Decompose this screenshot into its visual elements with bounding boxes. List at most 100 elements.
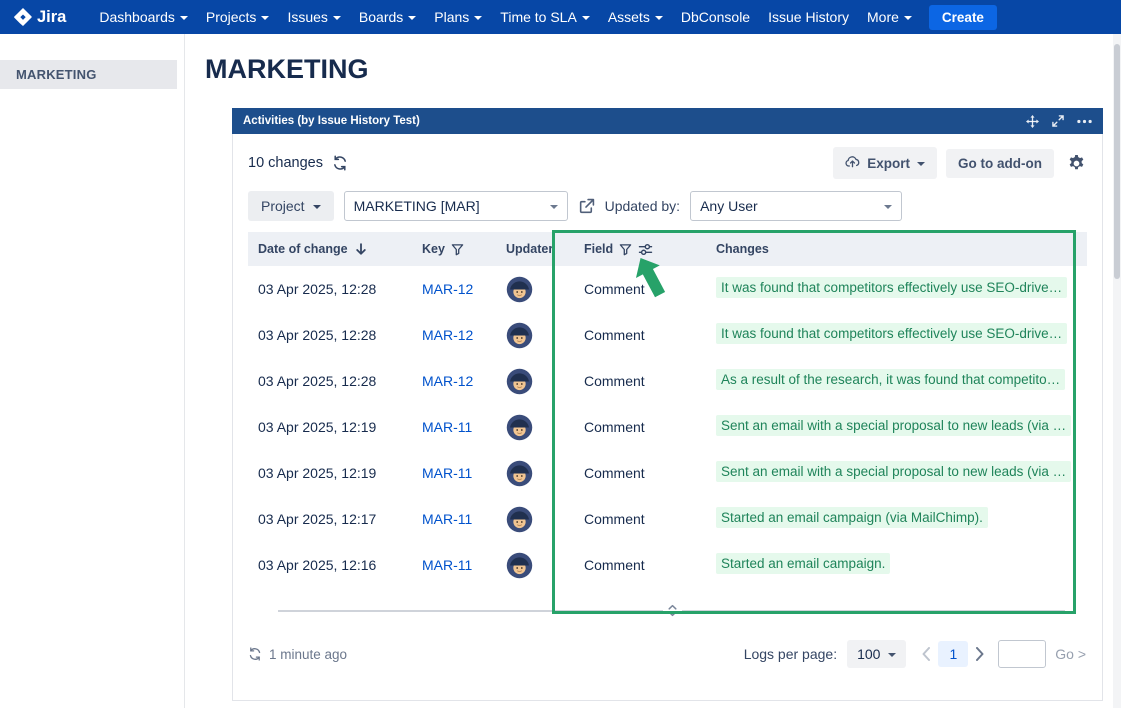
go-button[interactable]: Go > xyxy=(1055,646,1086,662)
nav-item-time-to-sla[interactable]: Time to SLA xyxy=(491,0,599,34)
row-field: Comment xyxy=(576,557,708,573)
issue-key-link[interactable]: MAR-12 xyxy=(422,281,473,297)
issue-key-link[interactable]: MAR-12 xyxy=(422,327,473,343)
changes-count: 10 changes xyxy=(248,155,323,171)
chevron-down-icon xyxy=(261,16,269,20)
scrollbar-thumb[interactable] xyxy=(1114,44,1120,279)
nav-item-more[interactable]: More xyxy=(858,0,921,34)
filter-funnel-icon[interactable] xyxy=(451,243,464,256)
nav-item-dashboards[interactable]: Dashboards xyxy=(90,0,197,34)
updater-avatar[interactable] xyxy=(506,368,533,395)
updater-avatar[interactable] xyxy=(506,414,533,441)
nav-item-issues[interactable]: Issues xyxy=(278,0,349,34)
filter-funnel-icon[interactable] xyxy=(619,243,632,256)
column-settings-sliders-icon[interactable] xyxy=(638,243,653,256)
updater-avatar[interactable] xyxy=(506,552,533,579)
column-label: Changes xyxy=(716,242,769,256)
goto-page-input[interactable] xyxy=(998,640,1046,668)
panel-footer: 1 minute ago Logs per page: 100 1 xyxy=(233,640,1102,668)
expand-gadget-icon[interactable] xyxy=(1052,115,1064,127)
resize-handle-icon[interactable] xyxy=(663,603,682,623)
chevron-down-icon xyxy=(313,205,321,209)
issue-key-link[interactable]: MAR-12 xyxy=(422,373,473,389)
row-date: 03 Apr 2025, 12:28 xyxy=(248,327,414,343)
nav-item-dbconsole[interactable]: DbConsole xyxy=(672,0,759,34)
row-date: 03 Apr 2025, 12:28 xyxy=(248,281,414,297)
nav-item-label: Issue History xyxy=(768,9,849,25)
jira-logo-icon xyxy=(14,8,32,26)
row-date: 03 Apr 2025, 12:19 xyxy=(248,465,414,481)
issue-key-link[interactable]: MAR-11 xyxy=(422,557,472,573)
row-change-text: It was found that competitors effectivel… xyxy=(716,323,1067,344)
page-1-button[interactable]: 1 xyxy=(938,641,968,667)
export-label: Export xyxy=(867,156,910,171)
last-refresh-icon[interactable] xyxy=(248,647,262,661)
nav-item-boards[interactable]: Boards xyxy=(350,0,425,34)
chevron-down-icon xyxy=(582,16,590,20)
updater-avatar[interactable] xyxy=(506,506,533,533)
page-title: MARKETING xyxy=(205,54,1113,85)
row-change-text: Started an email campaign (via MailChimp… xyxy=(716,507,988,528)
settings-gear-icon[interactable] xyxy=(1067,154,1086,173)
nav-item-label: Assets xyxy=(608,9,650,25)
logs-per-page-value: 100 xyxy=(857,646,880,662)
row-field: Comment xyxy=(576,373,708,389)
column-field[interactable]: Field xyxy=(576,242,708,256)
goto-addon-button[interactable]: Go to add-on xyxy=(946,149,1054,178)
last-refresh-text: 1 minute ago xyxy=(269,647,347,662)
open-project-external-link-icon[interactable] xyxy=(578,198,595,215)
refresh-icon[interactable] xyxy=(332,155,348,171)
updater-avatar[interactable] xyxy=(506,276,533,303)
project-select-value: MARKETING [MAR] xyxy=(354,198,480,214)
row-change-text: Sent an email with a special proposal to… xyxy=(716,461,1071,482)
table-row: 03 Apr 2025, 12:17 MAR-11 Comment Starte… xyxy=(248,496,1087,542)
activity-table: Date of change Key xyxy=(248,232,1087,588)
column-key[interactable]: Key xyxy=(414,242,498,256)
sort-descending-icon[interactable] xyxy=(354,242,368,256)
row-change-text: It was found that competitors effectivel… xyxy=(716,277,1067,298)
nav-item-label: Boards xyxy=(359,9,403,25)
row-date: 03 Apr 2025, 12:28 xyxy=(248,373,414,389)
create-button[interactable]: Create xyxy=(929,5,997,30)
updater-avatar[interactable] xyxy=(506,460,533,487)
nav-item-label: More xyxy=(867,9,899,25)
project-select[interactable]: MARKETING [MAR] xyxy=(344,191,568,221)
chevron-down-icon xyxy=(550,205,558,209)
panel-body: 10 changes xyxy=(232,134,1103,701)
row-field: Comment xyxy=(576,419,708,435)
table-row: 03 Apr 2025, 12:19 MAR-11 Comment Sent a… xyxy=(248,404,1087,450)
next-page-chevron-icon[interactable] xyxy=(976,647,984,661)
updater-avatar[interactable] xyxy=(506,322,533,349)
updated-by-select[interactable]: Any User xyxy=(690,191,902,221)
jira-brand[interactable]: Jira xyxy=(14,8,66,27)
sidebar-item-marketing[interactable]: MARKETING xyxy=(0,60,177,89)
issue-key-link[interactable]: MAR-11 xyxy=(422,511,472,527)
issue-key-link[interactable]: MAR-11 xyxy=(422,419,472,435)
panel-header: Activities (by Issue History Test) xyxy=(232,108,1103,134)
issue-key-link[interactable]: MAR-11 xyxy=(422,465,472,481)
nav-item-label: DbConsole xyxy=(681,9,750,25)
chevron-down-icon xyxy=(180,16,188,20)
activities-panel: Activities (by Issue History Test) xyxy=(232,108,1103,701)
nav-item-plans[interactable]: Plans xyxy=(425,0,491,34)
ellipsis-menu-icon[interactable] xyxy=(1077,119,1092,124)
move-gadget-icon[interactable] xyxy=(1026,115,1039,128)
top-nav: Jira Dashboards Projects Issues Boards P… xyxy=(0,0,1121,34)
column-label: Date of change xyxy=(258,242,348,256)
row-field: Comment xyxy=(576,511,708,527)
table-row: 03 Apr 2025, 12:28 MAR-12 Comment It was… xyxy=(248,312,1087,358)
nav-item-projects[interactable]: Projects xyxy=(197,0,279,34)
scope-dropdown-button[interactable]: Project xyxy=(248,191,334,221)
panel-title: Activities (by Issue History Test) xyxy=(243,115,420,127)
updated-by-value: Any User xyxy=(700,198,758,214)
row-field: Comment xyxy=(576,327,708,343)
column-date-of-change[interactable]: Date of change xyxy=(248,242,414,256)
nav-item-assets[interactable]: Assets xyxy=(599,0,672,34)
export-button[interactable]: Export xyxy=(833,147,937,179)
vertical-scrollbar[interactable] xyxy=(1113,34,1121,708)
logs-per-page-select[interactable]: 100 xyxy=(847,640,906,668)
table-body: 03 Apr 2025, 12:28 MAR-12 Comment It was… xyxy=(248,266,1087,588)
table-row: 03 Apr 2025, 12:28 MAR-12 Comment As a r… xyxy=(248,358,1087,404)
nav-item-issue-history[interactable]: Issue History xyxy=(759,0,858,34)
previous-page-chevron-icon[interactable] xyxy=(922,647,930,661)
